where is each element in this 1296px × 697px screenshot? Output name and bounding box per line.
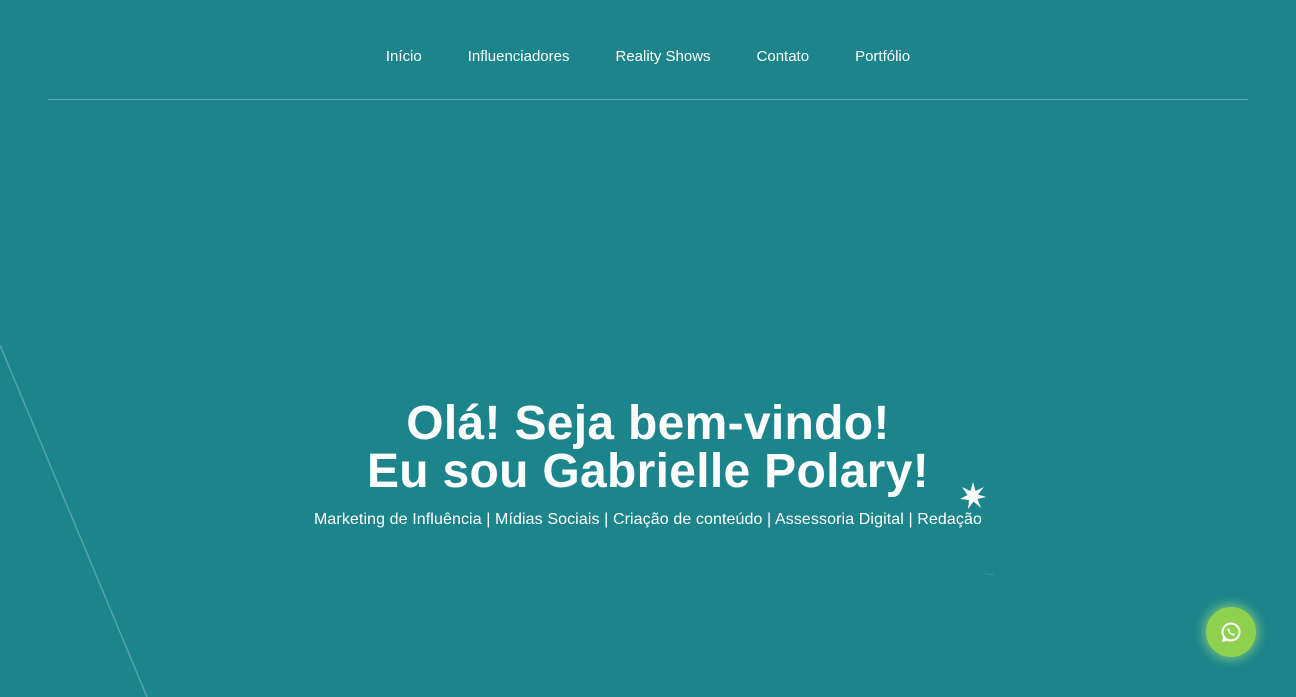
nav-menu: Início Influenciadores Reality Shows Con…: [0, 47, 1296, 67]
nav-item-influenciadores: Influenciadores: [445, 47, 593, 67]
whatsapp-button[interactable]: [1206, 607, 1256, 657]
nav-link-inicio[interactable]: Início: [363, 47, 445, 67]
nav-item-reality-shows: Reality Shows: [592, 47, 733, 67]
nav-link-contato[interactable]: Contato: [734, 47, 833, 67]
background-decor-line: [0, 344, 148, 697]
nav-item-portfolio: Portfólio: [832, 47, 933, 67]
nav-link-reality-shows[interactable]: Reality Shows: [592, 47, 733, 67]
hero-subtitle: Marketing de Influência | Mídias Sociais…: [313, 511, 983, 528]
whatsapp-icon: [1221, 622, 1241, 642]
nav-link-portfolio[interactable]: Portfólio: [832, 47, 933, 67]
nav-link-influenciadores[interactable]: Influenciadores: [445, 47, 593, 67]
hero-section: Olá! Seja bem-vindo! Eu sou Gabrielle Po…: [0, 400, 1296, 531]
crescent-moon-star-icon: [960, 482, 1033, 575]
hero-title: Olá! Seja bem-vindo! Eu sou Gabrielle Po…: [0, 400, 1296, 496]
hero-title-line-2: Eu sou Gabrielle Polary!: [366, 445, 930, 498]
hero-title-line-1: Olá! Seja bem-vindo!: [406, 397, 890, 450]
nav-item-contato: Contato: [734, 47, 833, 67]
page: Início Influenciadores Reality Shows Con…: [0, 0, 1296, 697]
nav-item-inicio: Início: [363, 47, 445, 67]
top-navigation: Início Influenciadores Reality Shows Con…: [0, 0, 1296, 100]
nav-divider: [48, 99, 1248, 100]
